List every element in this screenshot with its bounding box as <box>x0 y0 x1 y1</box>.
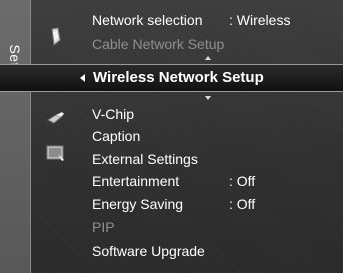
input-icon[interactable] <box>44 108 68 130</box>
entertainment-label: Entertainment <box>92 173 180 189</box>
menu-item-network-selection[interactable]: Network selection : Wireless <box>92 9 290 31</box>
menu-item-entertainment[interactable]: Entertainment : Off <box>92 170 255 192</box>
caption-label: Caption <box>92 128 141 144</box>
network-selection-label: Network selection <box>92 12 203 28</box>
menu-item-caption[interactable]: Caption <box>92 125 140 147</box>
energy-saving-label: Energy Saving <box>92 196 184 212</box>
application-icon[interactable] <box>44 142 68 164</box>
setup-tab[interactable]: Setup <box>0 0 31 273</box>
external-settings-label: External Settings <box>92 151 198 167</box>
menu-item-wireless-network-setup[interactable]: Wireless Network Setup <box>0 64 343 92</box>
software-upgrade-label: Software Upgrade <box>92 243 205 259</box>
network-selection-value: : Wireless <box>229 12 291 28</box>
tv-menu-screen: Setup Network selection : Wireless <box>0 0 343 273</box>
pip-label: PIP <box>92 219 115 235</box>
energy-saving-value: : Off <box>229 196 256 212</box>
category-icon-column <box>30 0 82 273</box>
menu-item-v-chip[interactable]: V-Chip <box>92 103 134 125</box>
menu-item-energy-saving[interactable]: Energy Saving : Off <box>92 193 255 215</box>
cable-network-setup-label: Cable Network Setup <box>92 36 225 52</box>
menu-item-external-settings[interactable]: External Settings <box>92 148 198 170</box>
scroll-up-icon <box>205 56 211 60</box>
selection-arrow-icon <box>80 74 85 82</box>
v-chip-label: V-Chip <box>92 106 135 122</box>
scroll-down-icon <box>205 96 211 100</box>
wireless-network-setup-label: Wireless Network Setup <box>93 69 264 86</box>
entertainment-value: : Off <box>229 173 256 189</box>
picture-icon[interactable] <box>44 26 68 48</box>
menu-item-pip: PIP <box>92 216 115 238</box>
menu-item-cable-network-setup: Cable Network Setup <box>92 33 224 55</box>
menu-item-software-upgrade[interactable]: Software Upgrade <box>92 240 205 262</box>
